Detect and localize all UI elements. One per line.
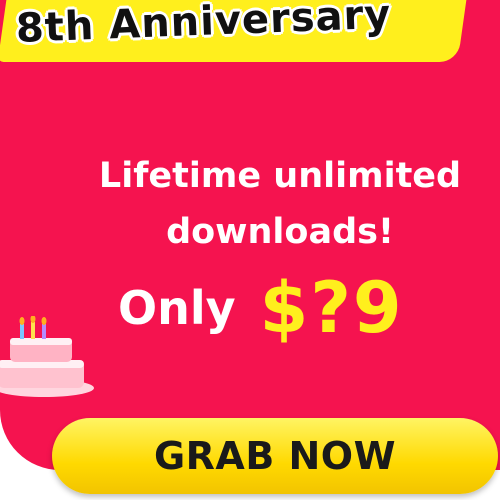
price-value: $?9 <box>259 267 404 349</box>
promo-ad[interactable]: 8th Anniversary Lifetime unlimited downl… <box>0 0 500 500</box>
grab-now-button[interactable]: GRAB NOW <box>52 418 498 494</box>
birthday-cake-icon <box>0 316 94 397</box>
price-row: Only $?9 <box>118 267 404 349</box>
offer-headline: Lifetime unlimited downloads! <box>70 148 490 260</box>
only-label: Only <box>118 281 236 335</box>
offer-line-1: Lifetime unlimited <box>98 156 462 196</box>
offer-line-2: downloads! <box>166 212 394 252</box>
